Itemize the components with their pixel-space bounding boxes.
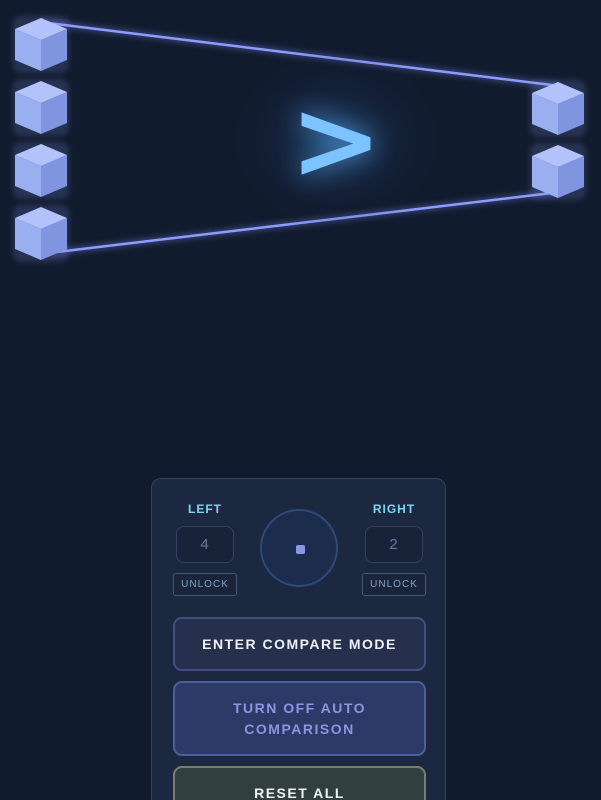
left-block[interactable]: [13, 16, 69, 73]
app-stage: > > LEFT 4 UNLOCK RIGHT 2 UNLOCK ENTER C…: [0, 0, 601, 800]
comparison-scene: > >: [13, 16, 586, 262]
right-block[interactable]: [530, 143, 586, 200]
right-block[interactable]: [530, 80, 586, 137]
control-panel: LEFT 4 UNLOCK RIGHT 2 UNLOCK ENTER COMPA…: [151, 478, 446, 800]
left-label: LEFT: [188, 502, 222, 516]
left-block[interactable]: [13, 142, 69, 199]
left-count-input[interactable]: 4: [176, 526, 234, 563]
right-label: RIGHT: [372, 502, 416, 516]
reset-all-button[interactable]: RESET ALL: [173, 766, 426, 800]
comparison-symbol-text: >: [290, 76, 382, 204]
left-unlock-button[interactable]: UNLOCK: [173, 573, 237, 596]
right-unlock-button[interactable]: UNLOCK: [362, 573, 426, 596]
toggle-auto-comparison-button[interactable]: TURN OFF AUTO COMPARISON: [173, 681, 426, 756]
center-dial[interactable]: [260, 509, 338, 587]
left-block[interactable]: [13, 79, 69, 136]
right-block-stack[interactable]: [530, 80, 586, 200]
left-block-stack[interactable]: [13, 16, 69, 262]
left-block[interactable]: [13, 205, 69, 262]
comparison-symbol: > >: [221, 45, 451, 235]
right-count-input[interactable]: 2: [365, 526, 423, 563]
dial-indicator-icon: [296, 545, 305, 554]
enter-compare-mode-button[interactable]: ENTER COMPARE MODE: [173, 617, 426, 671]
